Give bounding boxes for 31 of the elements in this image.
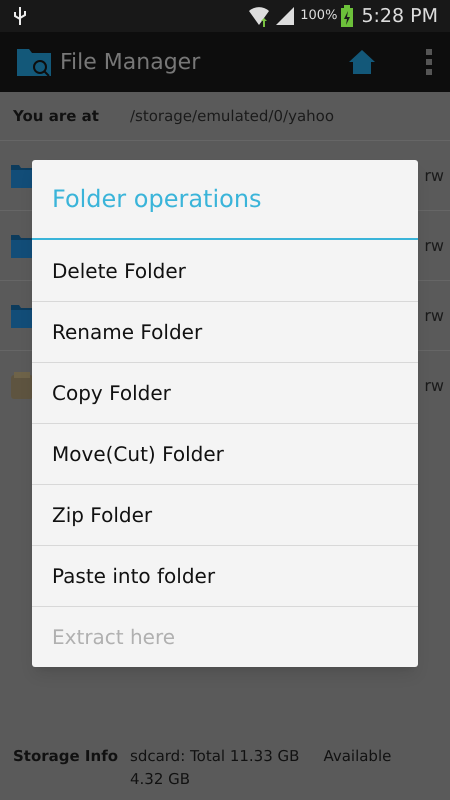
menu-item[interactable]: Copy Folder	[32, 362, 418, 423]
storage-label: Storage Info	[13, 746, 120, 767]
menu-item[interactable]: Paste into folder	[32, 545, 418, 606]
file-permissions: rw	[424, 304, 444, 326]
wifi-icon	[248, 5, 270, 27]
menu-icon[interactable]	[426, 49, 432, 75]
clock: 5:28 PM	[361, 4, 438, 29]
signal-icon	[274, 6, 296, 26]
menu-item[interactable]: Zip Folder	[32, 484, 418, 545]
storage-total: sdcard: Total 11.33 GB	[130, 746, 300, 767]
menu-item[interactable]: Rename Folder	[32, 301, 418, 362]
file-permissions: rw	[424, 164, 444, 186]
file-permissions: rw	[424, 374, 444, 396]
storage-available: 4.32 GB	[130, 768, 192, 790]
folder-icon	[10, 302, 34, 328]
app-title: File Manager	[60, 48, 200, 76]
home-icon[interactable]	[348, 49, 376, 75]
dialog-title: Folder operations	[52, 184, 262, 215]
usb-icon	[12, 6, 28, 26]
menu-item[interactable]: Delete Folder	[32, 240, 418, 301]
location-label: You are at	[13, 106, 100, 127]
folder-search-icon	[16, 47, 52, 77]
battery-icon	[341, 5, 354, 27]
file-permissions: rw	[424, 234, 444, 256]
location-path: /storage/emulated/0/yahoo	[130, 106, 334, 127]
folder-icon	[10, 162, 34, 188]
folder-icon	[10, 232, 34, 258]
storage-available-label: Available	[323, 746, 392, 767]
battery-percent: 100%	[300, 7, 338, 26]
box-icon	[10, 370, 34, 400]
menu-item[interactable]: Move(Cut) Folder	[32, 423, 418, 484]
